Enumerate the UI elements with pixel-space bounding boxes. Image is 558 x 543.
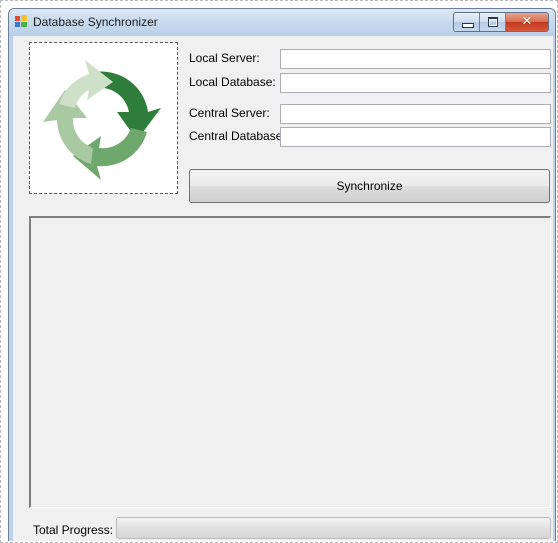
minimize-icon [462,23,474,28]
window-title: Database Synchronizer [33,15,158,29]
logo-picture-box [29,42,178,194]
app-window: Database Synchronizer ✕ Local Server: Lo… [8,8,556,541]
close-button[interactable]: ✕ [506,13,548,31]
total-progress-label: Total Progress: [33,523,114,537]
minimize-button[interactable] [454,13,480,31]
caption-buttons: ✕ [453,12,549,32]
sync-cycle-arrows-icon [43,60,161,180]
app-windows-icon [15,15,27,27]
client-area: Local Server: Local Database: Central Se… [13,36,553,541]
local-database-input[interactable] [280,73,551,93]
central-database-label: Central Database: [189,129,286,143]
local-database-label: Local Database: [189,75,276,89]
central-server-label: Central Server: [189,106,270,120]
local-server-input[interactable] [280,49,551,69]
central-database-input[interactable] [280,127,551,147]
synchronize-button[interactable]: Synchronize [189,169,550,203]
central-server-input[interactable] [280,104,551,124]
maximize-button[interactable] [480,13,506,31]
sync-log-panel[interactable] [29,216,551,508]
close-icon: ✕ [521,14,533,29]
local-server-label: Local Server: [189,51,260,65]
title-bar[interactable]: Database Synchronizer ✕ [9,9,555,36]
maximize-icon [488,17,498,27]
total-progress-bar [116,517,551,539]
